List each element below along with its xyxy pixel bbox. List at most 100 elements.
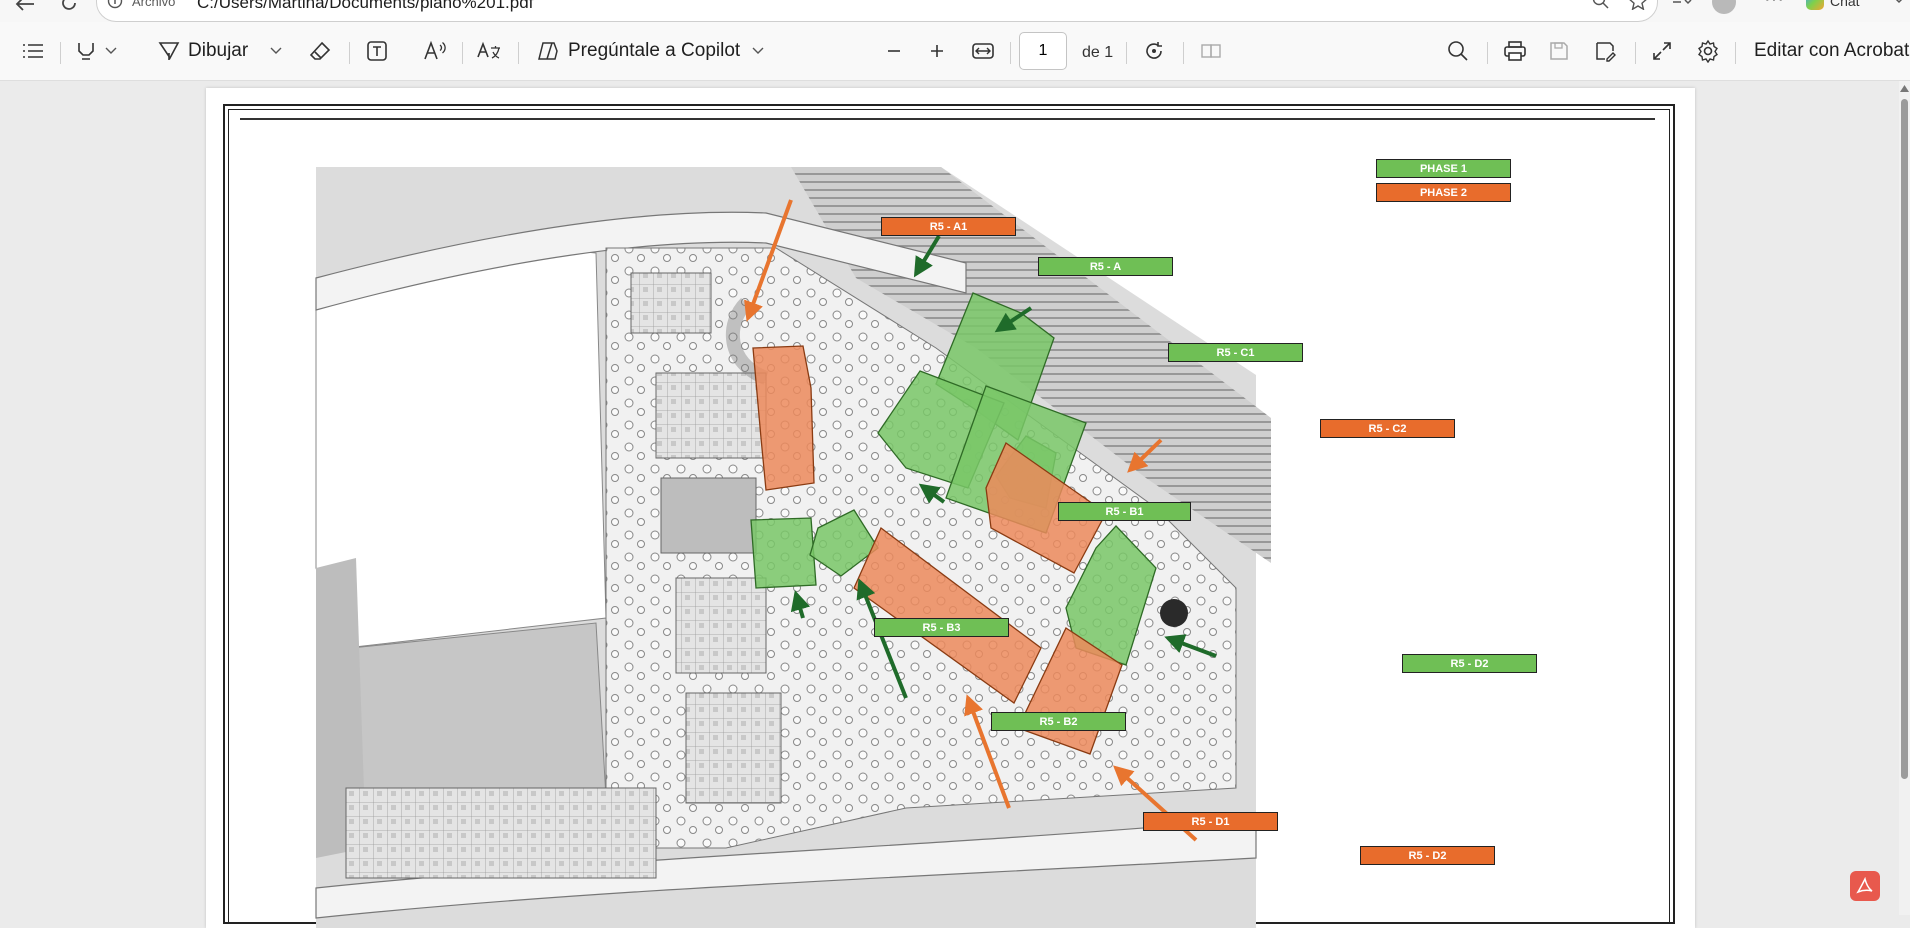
label-r5-a: R5 - A	[1038, 257, 1173, 276]
toolbar-divider	[1487, 42, 1488, 64]
reload-icon[interactable]	[60, 0, 78, 12]
contents-button[interactable]	[22, 32, 44, 70]
save-button[interactable]	[1548, 32, 1570, 70]
label-r5-a1: R5 - A1	[881, 217, 1016, 236]
read-aloud-button[interactable]	[423, 32, 447, 70]
chevron-down-icon	[105, 47, 117, 54]
water-tank	[1160, 599, 1188, 627]
highlight-button[interactable]	[75, 32, 117, 70]
existing-building	[685, 692, 782, 804]
read-aloud-icon	[424, 40, 446, 60]
acrobat-button[interactable]	[1850, 871, 1880, 901]
toolbar-divider	[60, 42, 61, 64]
ask-copilot-button[interactable]: Pregúntale a Copilot	[536, 32, 764, 70]
add-text-button[interactable]	[366, 32, 388, 70]
file-scheme-label: Archivo	[132, 0, 176, 9]
eraser-icon	[309, 41, 331, 60]
translate-button[interactable]	[476, 32, 502, 70]
toolbar-divider	[1635, 42, 1636, 64]
copilot-label: Pregúntale a Copilot	[568, 40, 741, 61]
label-r5-c2: R5 - C2	[1320, 419, 1455, 438]
toolbar-divider	[349, 42, 350, 64]
chevron-down-icon	[752, 47, 764, 54]
star-icon[interactable]	[1628, 0, 1648, 10]
chevron-down-icon[interactable]	[1893, 0, 1905, 4]
edit-acrobat-label: Editar con Acrobat	[1754, 40, 1910, 61]
scroll-thumb[interactable]	[1901, 99, 1908, 779]
plot-white-1	[315, 242, 607, 649]
label-r5-c1: R5 - C1	[1168, 343, 1303, 362]
label-r5-b3: R5 - B3	[874, 618, 1009, 637]
rotate-button[interactable]	[1143, 32, 1165, 70]
copilot-icon	[538, 42, 558, 60]
page-number-input[interactable]	[1019, 32, 1067, 70]
settings-button[interactable]	[1696, 32, 1720, 70]
fit-width-icon	[972, 43, 994, 59]
copilot-icon[interactable]	[1806, 0, 1824, 10]
zoom-out-button[interactable]	[886, 32, 902, 70]
draw-button[interactable]: Dibujar	[158, 32, 282, 70]
toolbar-divider	[1183, 42, 1184, 64]
pdf-page: PHASE 1 PHASE 2 R5 - A1 R5 - A R5 - C1 R…	[206, 88, 1695, 928]
print-icon	[1504, 41, 1526, 61]
page-view-button[interactable]	[1200, 32, 1222, 70]
existing-building	[655, 372, 767, 459]
pdf-toolbar: Dibujar Pregúntale a Copilot de 1	[0, 22, 1910, 81]
site-plan	[315, 167, 1271, 928]
search-icon	[1448, 41, 1468, 61]
search-button[interactable]	[1447, 32, 1469, 70]
text-box-icon	[367, 41, 387, 61]
label-r5-d1: R5 - D1	[1143, 812, 1278, 831]
rotate-icon	[1146, 42, 1162, 59]
townhouse-row	[345, 787, 657, 879]
scroll-up-icon[interactable]	[1900, 85, 1909, 92]
chevron-down-icon	[270, 47, 282, 54]
back-arrow-icon[interactable]	[14, 0, 36, 12]
sports-court	[660, 477, 757, 554]
favorites-icon[interactable]	[1672, 0, 1692, 8]
list-icon	[23, 44, 43, 58]
fit-width-button[interactable]	[971, 32, 995, 70]
toolbar-divider	[462, 42, 463, 64]
more-options-icon[interactable]: ···	[1764, 0, 1784, 11]
save-as-icon	[1596, 42, 1616, 62]
minus-icon	[888, 50, 900, 52]
toolbar-divider	[1126, 42, 1127, 64]
two-page-icon	[1201, 44, 1221, 58]
browser-address-strip: Archivo C:/Users/Martina/Documents/plano…	[0, 0, 1910, 22]
highlighter-icon	[78, 43, 94, 60]
draw-label: Dibujar	[188, 40, 249, 61]
save-icon	[1550, 42, 1568, 60]
expand-icon	[1653, 42, 1671, 60]
plus-icon	[931, 45, 943, 57]
edit-with-acrobat-button[interactable]: Editar con Acrobat	[1754, 32, 1909, 70]
toolbar-divider	[1010, 42, 1011, 64]
print-button[interactable]	[1503, 32, 1527, 70]
pen-icon	[158, 42, 180, 60]
label-r5-d2-green: R5 - D2	[1402, 654, 1537, 673]
block-r5-b3	[750, 517, 817, 589]
translate-icon	[477, 41, 500, 59]
zoom-icon[interactable]	[1592, 0, 1610, 10]
gear-icon	[1698, 39, 1718, 63]
vertical-scrollbar[interactable]	[1899, 81, 1910, 915]
acrobat-icon	[1856, 877, 1873, 894]
label-r5-d2-orange: R5 - D2	[1360, 846, 1495, 865]
existing-building	[675, 577, 767, 674]
url-text[interactable]: C:/Users/Martina/Documents/plano%201.pdf	[197, 0, 533, 13]
label-r5-b2: R5 - B2	[991, 712, 1126, 731]
toolbar-divider	[518, 42, 519, 64]
save-as-button[interactable]	[1594, 32, 1616, 70]
legend-phase2: PHASE 2	[1376, 183, 1511, 202]
page-count-label: de 1	[1082, 44, 1114, 61]
erase-button[interactable]	[309, 32, 331, 70]
toolbar-divider	[1735, 42, 1736, 64]
label-r5-b1: R5 - B1	[1058, 502, 1191, 521]
existing-building	[630, 272, 712, 334]
chat-label[interactable]: Chat	[1830, 0, 1860, 9]
info-icon[interactable]	[107, 0, 123, 9]
legend-phase1: PHASE 1	[1376, 159, 1511, 178]
profile-avatar[interactable]	[1712, 0, 1736, 14]
fullscreen-button[interactable]	[1651, 32, 1673, 70]
zoom-in-button[interactable]	[929, 32, 945, 70]
